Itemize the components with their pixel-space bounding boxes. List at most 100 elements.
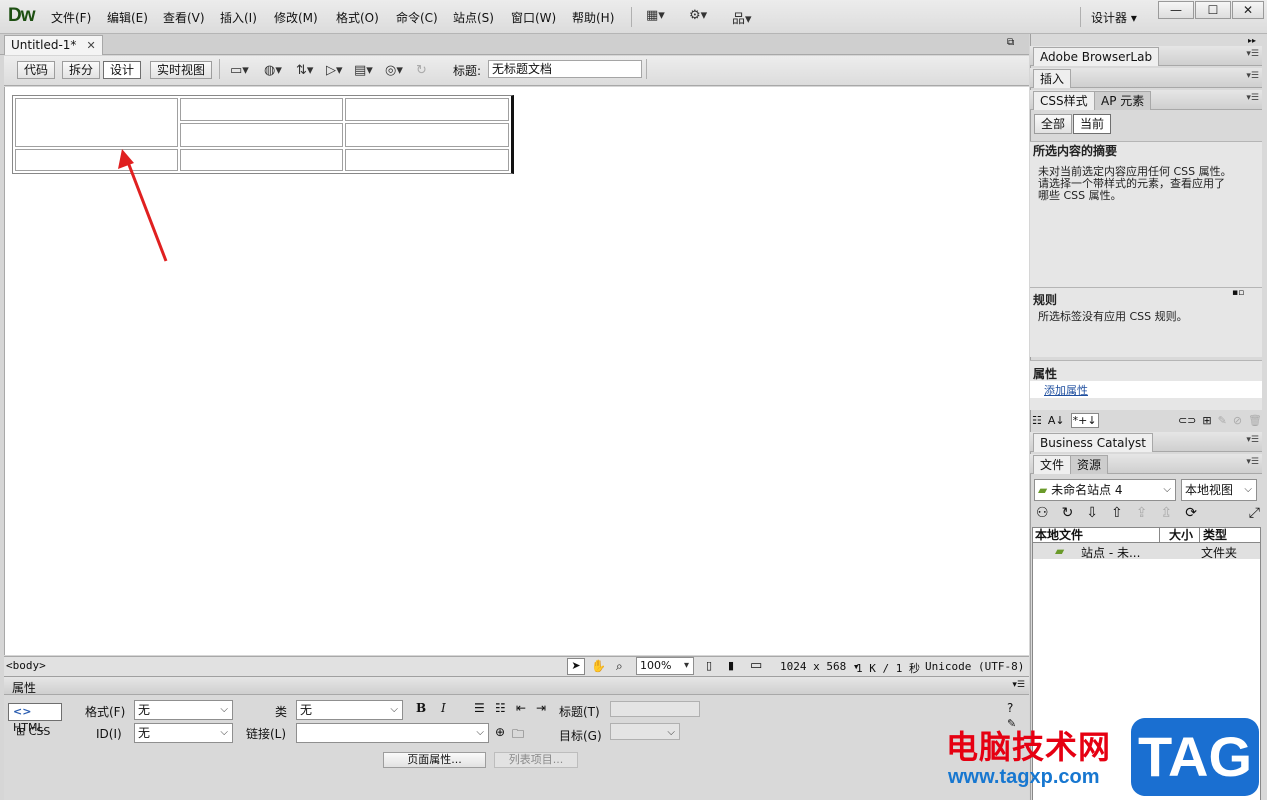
table-cell[interactable] (345, 149, 509, 171)
check-in-icon[interactable]: ⇫ (1161, 505, 1173, 521)
sync-icon[interactable]: ⟳ (1185, 505, 1197, 521)
add-property-link[interactable]: 添加属性 (1044, 382, 1088, 398)
panel-menu-icon[interactable]: ▾☰ (1246, 71, 1259, 81)
file-management-icon[interactable]: ⇅▾ (296, 63, 313, 78)
tab-insert[interactable]: 插入 (1033, 69, 1072, 88)
indent-icon[interactable]: ⇥ (536, 701, 546, 715)
edit-rule-icon[interactable]: ✎ (1218, 414, 1227, 427)
menu-site[interactable]: 站点(S) (453, 9, 494, 26)
help-icon[interactable]: ? (1007, 701, 1013, 715)
menu-view[interactable]: 查看(V) (163, 9, 205, 26)
inspect-icon[interactable]: ◎▾ (385, 63, 403, 78)
table-cell[interactable] (180, 123, 343, 147)
css-mode-button[interactable]: ⊞ CSS (16, 725, 50, 738)
site-select[interactable]: ▰ 未命名站点 4 ⌵ (1034, 479, 1176, 501)
minimize-button[interactable]: — (1158, 1, 1194, 19)
gear-icon[interactable]: ⚙▾ (689, 8, 707, 23)
panel-menu-icon[interactable]: ▾☰ (1012, 680, 1025, 690)
list-item-button[interactable]: 列表项目... (494, 752, 578, 768)
menu-modify[interactable]: 修改(M) (274, 9, 318, 26)
tab-ap-elements[interactable]: AP 元素 (1094, 91, 1152, 110)
menu-file[interactable]: 文件(F) (51, 9, 91, 26)
attach-style-icon[interactable]: ⊂⊃ (1178, 414, 1196, 427)
tablet-size-icon[interactable]: ▮ (728, 659, 734, 672)
class-select[interactable]: 无 ⌵ (296, 700, 403, 720)
maximize-button[interactable]: ☐ (1195, 1, 1231, 19)
menu-help[interactable]: 帮助(H) (572, 9, 614, 26)
outdent-icon[interactable]: ⇤ (516, 701, 526, 715)
new-rule-icon[interactable]: ⊞ (1202, 414, 1211, 427)
menu-window[interactable]: 窗口(W) (511, 9, 556, 26)
alpha-view-icon[interactable]: A↓ (1048, 414, 1065, 427)
refresh-icon[interactable]: ↻ (1062, 505, 1074, 521)
code-view-button[interactable]: 代码 (17, 61, 56, 79)
live-view-button[interactable]: 实时视图 (150, 61, 213, 79)
menu-insert[interactable]: 插入(I) (220, 9, 257, 26)
refresh-icon[interactable]: ↻ (416, 63, 427, 78)
panel-menu-icon[interactable]: ▾☰ (1246, 435, 1259, 445)
title-attr-input[interactable] (610, 701, 700, 717)
id-select[interactable]: 无 ⌵ (134, 723, 233, 743)
table-cell[interactable] (345, 123, 509, 147)
column-local-files[interactable]: 本地文件 (1035, 528, 1083, 542)
title-input[interactable]: 无标题文档 (488, 60, 642, 78)
format-select[interactable]: 无 ⌵ (134, 700, 233, 720)
page-properties-button[interactable]: 页面属性... (383, 752, 486, 768)
collapse-icon[interactable]: ▸▸ (1248, 36, 1256, 45)
bold-button[interactable]: B (416, 701, 426, 715)
target-select[interactable]: ⌵ (610, 723, 680, 740)
validate-icon[interactable]: ▷▾ (326, 63, 343, 78)
category-view-icon[interactable]: ☷ (1032, 414, 1042, 427)
table-cell[interactable] (345, 98, 509, 121)
set-properties-icon[interactable]: *+↓ (1070, 412, 1099, 428)
get-files-icon[interactable]: ⇩ (1086, 505, 1098, 521)
panel-menu-icon[interactable]: ▾☰ (1246, 457, 1259, 467)
desktop-size-icon[interactable]: ▭ (750, 658, 762, 673)
disable-icon[interactable]: ⊘ (1233, 414, 1242, 427)
tab-css-styles[interactable]: CSS样式 (1033, 91, 1095, 110)
multiscreen-icon[interactable]: ▭▾ (230, 63, 249, 78)
table-cell[interactable] (180, 149, 343, 171)
zoom-tool-icon[interactable]: ⌕ (616, 659, 623, 674)
column-type[interactable]: 类型 (1203, 528, 1227, 542)
visual-aids-icon[interactable]: ▤▾ (354, 63, 373, 78)
tag-selector[interactable]: <body> (6, 659, 46, 672)
tab-browserlab[interactable]: Adobe BrowserLab (1033, 47, 1160, 66)
column-size[interactable]: 大小 (1169, 528, 1193, 542)
put-files-icon[interactable]: ⇧ (1111, 505, 1123, 521)
design-view-button[interactable]: 设计 (103, 61, 142, 79)
site-map-icon[interactable]: 品▾ (732, 8, 752, 27)
connect-icon[interactable]: ⚇ (1036, 505, 1049, 521)
restore-icon[interactable]: ⧉ (1007, 37, 1014, 48)
check-out-icon[interactable]: ⇪ (1136, 505, 1148, 521)
window-size-icon[interactable]: ▯ (706, 659, 712, 672)
html-mode-button[interactable]: <> HTML (8, 703, 62, 734)
unordered-list-icon[interactable]: ☰ (474, 701, 485, 715)
tab-business-catalyst[interactable]: Business Catalyst (1033, 433, 1153, 452)
browser-preview-icon[interactable]: ◍▾ (264, 63, 282, 78)
split-view-button[interactable]: 拆分 (62, 61, 101, 79)
current-button[interactable]: 当前 (1073, 114, 1111, 134)
all-button[interactable]: 全部 (1034, 114, 1072, 134)
menu-commands[interactable]: 命令(C) (396, 9, 438, 26)
workspace-switcher[interactable]: 设计器 ▾ (1091, 9, 1137, 26)
close-icon[interactable]: ✕ (86, 39, 95, 52)
zoom-select[interactable]: 100% ▾ (636, 657, 694, 675)
document-tab[interactable]: Untitled-1* ✕ (4, 35, 103, 55)
pointer-tool-icon[interactable]: ➤ (567, 658, 585, 675)
menu-edit[interactable]: 编辑(E) (107, 9, 148, 26)
point-to-file-icon[interactable]: ⊕ (495, 725, 505, 739)
table-cell[interactable] (15, 98, 178, 147)
table-cell[interactable] (180, 98, 343, 121)
delete-icon[interactable]: 🗑 (1248, 414, 1262, 427)
layout-icon[interactable]: ▦▾ (646, 8, 665, 23)
menu-format[interactable]: 格式(O) (336, 9, 379, 26)
table-row[interactable]: ▰ 站点 - 未... 文件夹 (1033, 543, 1260, 560)
view-select[interactable]: 本地视图 ⌵ (1181, 479, 1257, 501)
tab-files[interactable]: 文件 (1033, 455, 1072, 474)
tab-assets[interactable]: 资源 (1070, 455, 1109, 474)
expand-icon[interactable]: ⤢ (1249, 505, 1260, 521)
ordered-list-icon[interactable]: ☷ (495, 701, 506, 715)
link-input[interactable]: ⌵ (296, 723, 489, 743)
panel-menu-icon[interactable]: ▾☰ (1246, 49, 1259, 59)
